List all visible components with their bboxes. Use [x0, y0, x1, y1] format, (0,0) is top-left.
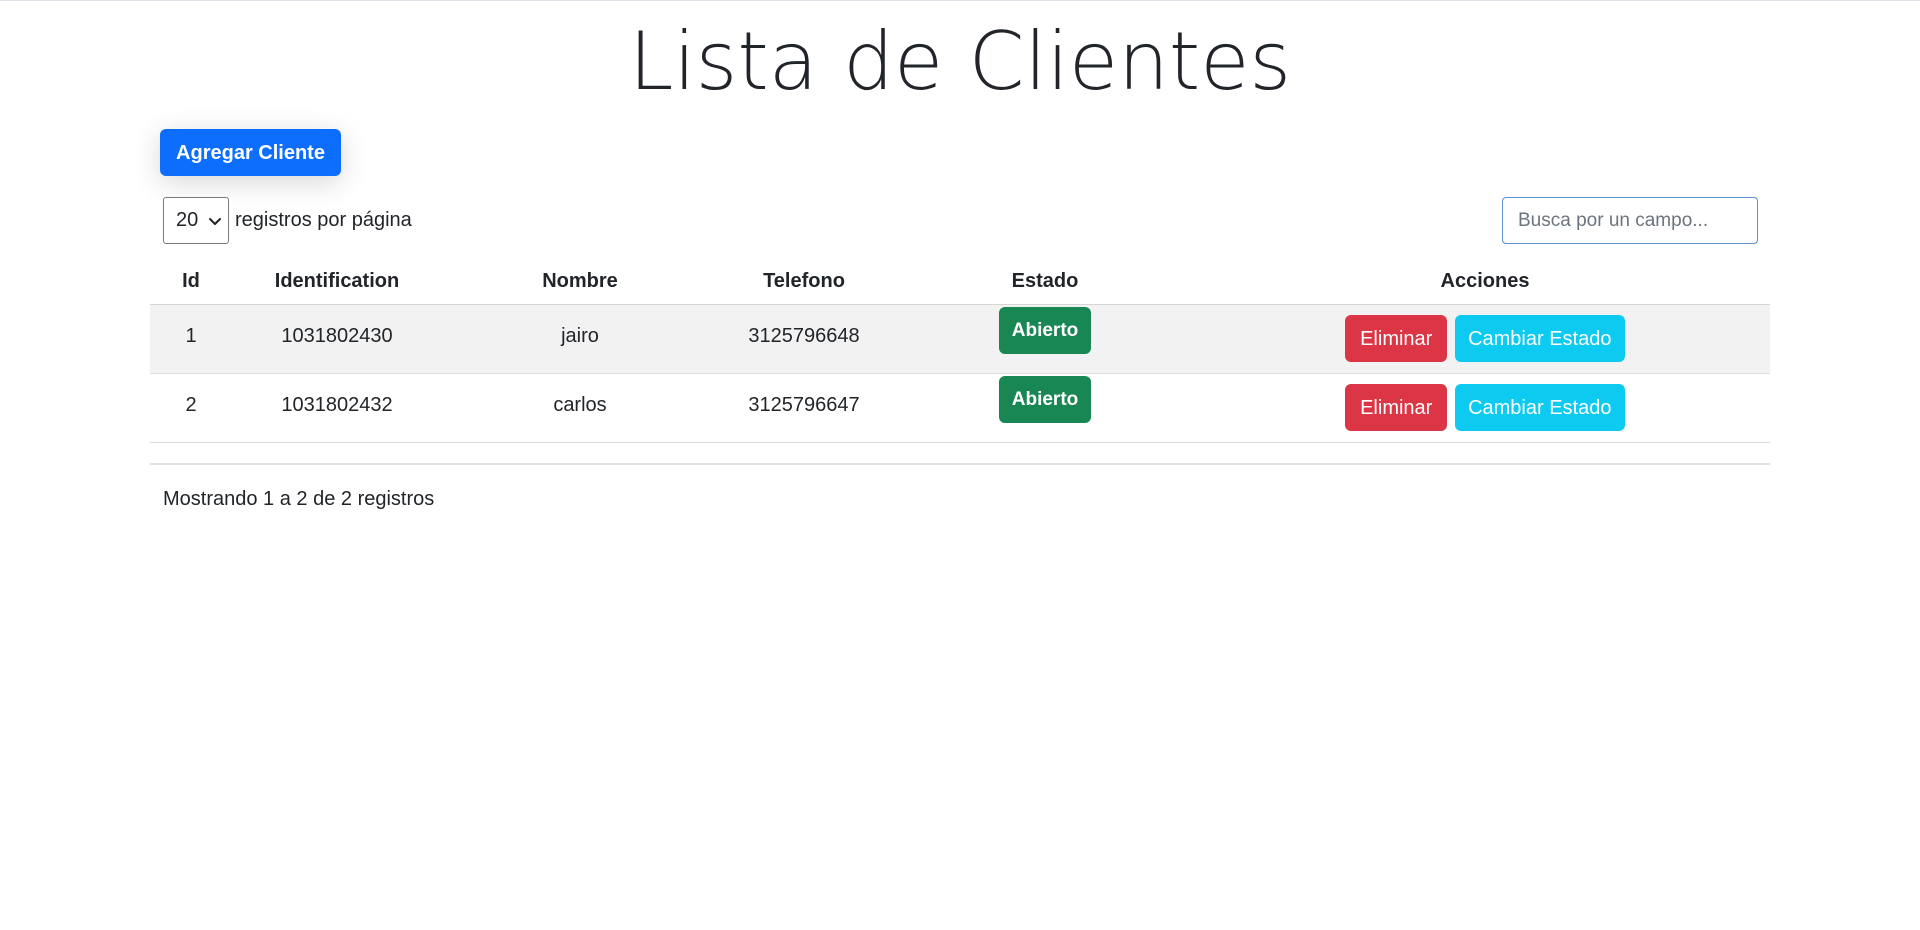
table-row: 2 1031802432 carlos 3125796647 Abierto E…: [150, 373, 1770, 443]
top-border: [0, 0, 1920, 1]
cell-nombre-text: carlos: [553, 394, 607, 416]
add-client-button[interactable]: Agregar Cliente: [160, 129, 341, 176]
header-acciones[interactable]: Acciones: [1200, 258, 1770, 305]
cell-telefono: 3125796648: [718, 304, 890, 374]
page-length-value: 20: [176, 209, 199, 231]
cell-telefono-text: 3125796648: [748, 325, 860, 347]
cell-identification: 1031802430: [232, 304, 442, 374]
cell-estado: Abierto: [890, 304, 1200, 374]
cell-identification: 1031802432: [232, 373, 442, 443]
page-title: Lista de Clientes: [628, 15, 1292, 108]
cell-estado: Abierto: [890, 373, 1200, 443]
cell-nombre: carlos: [442, 373, 718, 443]
header-id[interactable]: Id: [150, 258, 232, 305]
length-menu: 20 registros por página: [163, 197, 412, 244]
cell-telefono-text: 3125796647: [748, 394, 860, 416]
change-state-button[interactable]: Cambiar Estado: [1454, 384, 1625, 431]
chevron-down-icon: [209, 217, 221, 225]
page-length-label: registros por página: [235, 209, 412, 231]
cell-acciones: Eliminar Cambiar Estado: [1200, 304, 1770, 374]
cell-nombre: jairo: [442, 304, 718, 374]
header-identification[interactable]: Identification: [232, 258, 442, 305]
header-nombre[interactable]: Nombre: [442, 258, 718, 305]
cell-identification-text: 1031802432: [281, 394, 393, 416]
clients-table: Id Identification Nombre Telefono Estado…: [150, 258, 1770, 443]
search-input[interactable]: [1502, 197, 1758, 244]
cell-acciones: Eliminar Cambiar Estado: [1200, 373, 1770, 443]
page-length-select[interactable]: 20: [163, 197, 229, 244]
table-footer-divider: [150, 463, 1770, 465]
cell-id: 1: [150, 304, 232, 374]
table-row: 1 1031802430 jairo 3125796648 Abierto El…: [150, 304, 1770, 374]
table-info: Mostrando 1 a 2 de 2 registros: [163, 488, 435, 510]
header-estado[interactable]: Estado: [890, 258, 1200, 305]
cell-id-text: 1: [185, 325, 197, 347]
cell-id: 2: [150, 373, 232, 443]
cell-id-text: 2: [185, 394, 197, 416]
row-actions: Eliminar Cambiar Estado: [1200, 305, 1770, 362]
row-actions: Eliminar Cambiar Estado: [1200, 374, 1770, 431]
cell-nombre-text: jairo: [561, 325, 599, 347]
status-badge: Abierto: [999, 307, 1091, 354]
delete-button[interactable]: Eliminar: [1345, 384, 1448, 431]
cell-identification-text: 1031802430: [281, 325, 393, 347]
change-state-button[interactable]: Cambiar Estado: [1454, 315, 1625, 362]
delete-button[interactable]: Eliminar: [1345, 315, 1448, 362]
table-header-row: Id Identification Nombre Telefono Estado…: [150, 258, 1770, 305]
status-badge: Abierto: [999, 376, 1091, 423]
header-telefono[interactable]: Telefono: [718, 258, 890, 305]
cell-telefono: 3125796647: [718, 373, 890, 443]
